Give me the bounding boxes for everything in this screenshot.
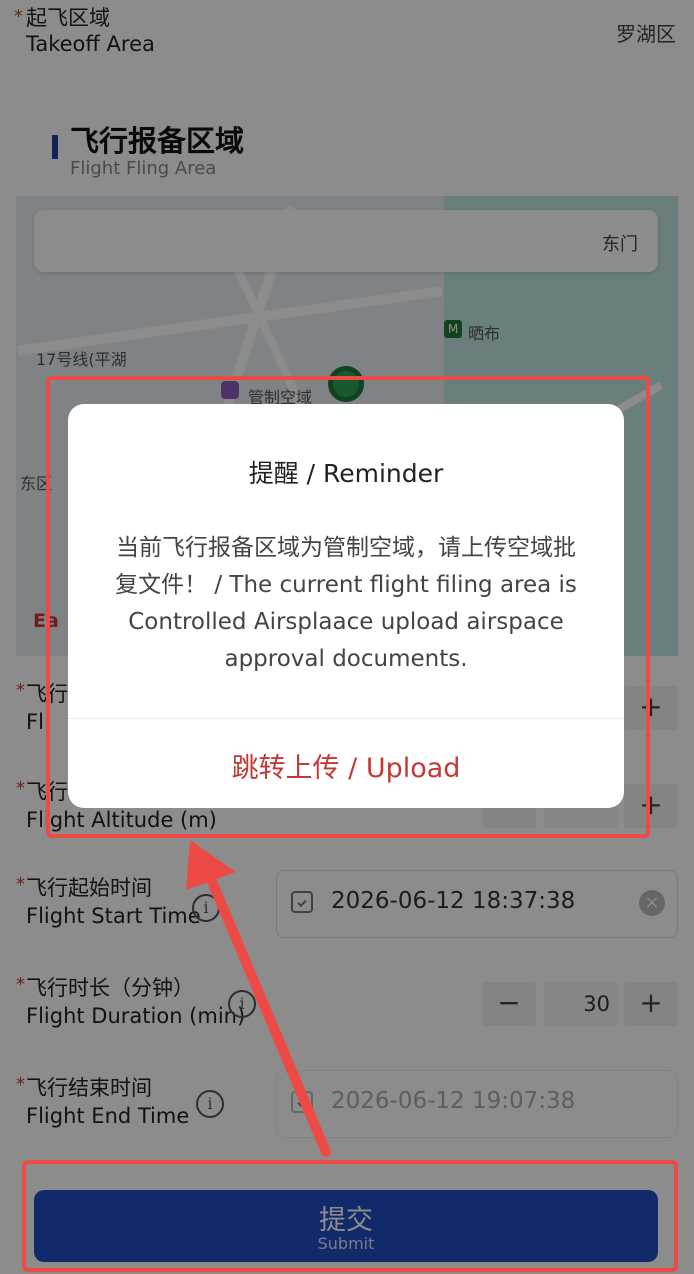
dialog-title: 提醒 / Reminder	[248, 459, 444, 488]
reminder-dialog: 提醒 / Reminder 当前飞行报备区域为管制空域，请上传空域批复文件！ /…	[68, 404, 624, 808]
dialog-message: 当前飞行报备区域为管制空域，请上传空域批复文件！ / The current f…	[115, 535, 577, 672]
dialog-divider	[68, 718, 624, 719]
flight-filing-page: * 起飞区域 Takeoff Area 罗湖区 飞行报备区域 Flight Fl…	[0, 0, 694, 1274]
upload-button[interactable]: 跳转上传 / Upload	[68, 746, 624, 785]
